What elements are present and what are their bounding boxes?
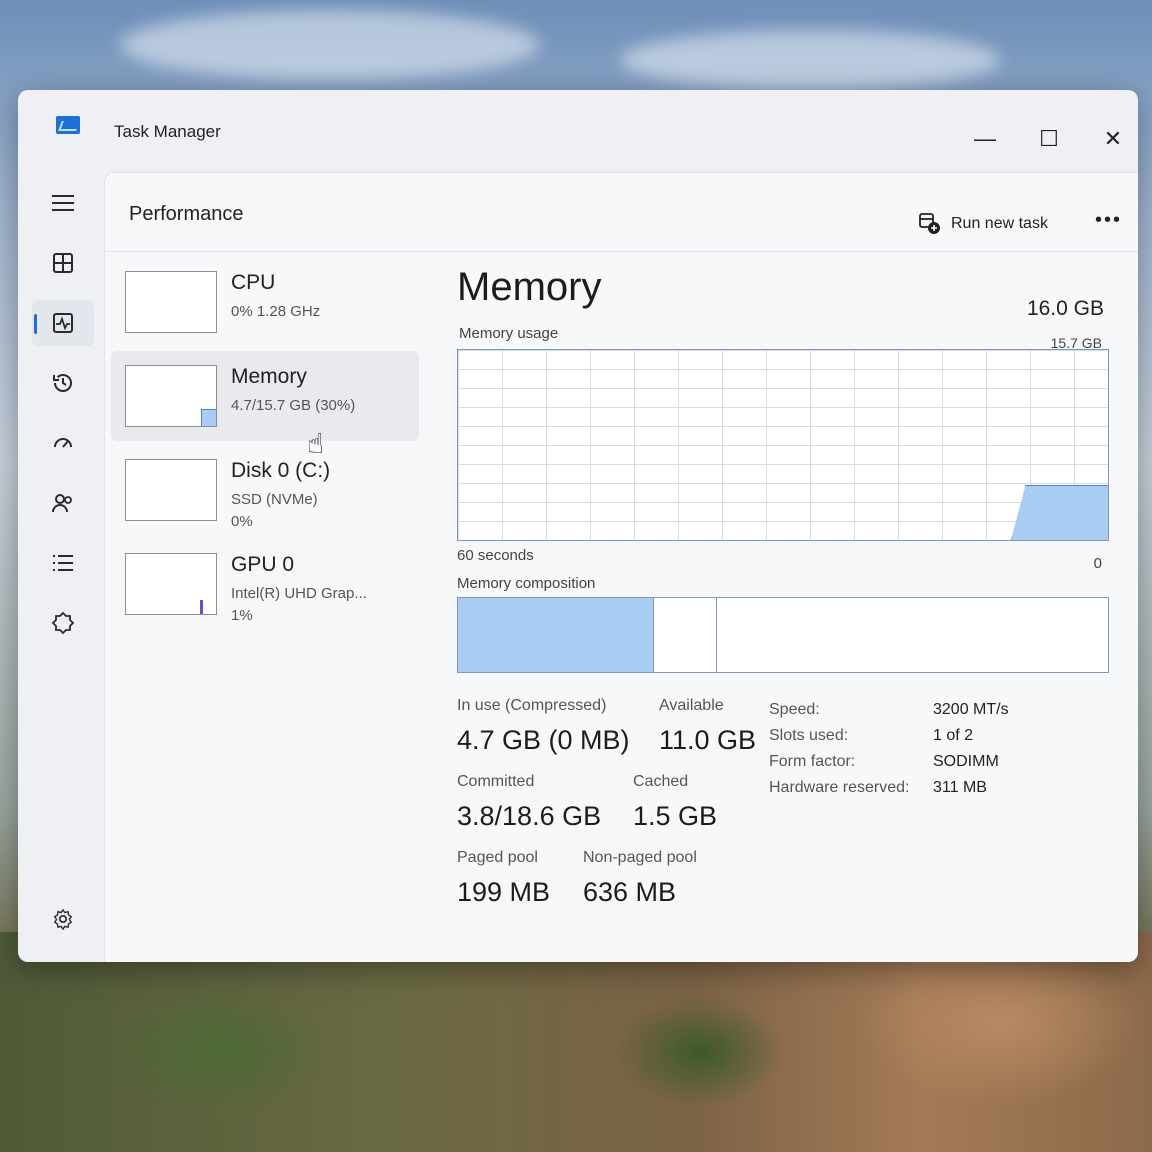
close-button[interactable]: ✕ <box>1098 124 1128 154</box>
spec-label: Form factor: <box>769 753 856 770</box>
nav-users[interactable] <box>32 480 94 526</box>
stat-committed: Committed 3.8/18.6 GB <box>457 773 601 832</box>
nav-startup-apps[interactable] <box>32 420 94 466</box>
nav-settings[interactable] <box>32 896 94 942</box>
maximize-button[interactable]: ☐ <box>1034 124 1064 154</box>
device-name: Disk 0 (C:) <box>231 459 331 482</box>
more-options-button[interactable]: ••• <box>1095 209 1122 232</box>
device-usage: 0% <box>231 513 253 530</box>
stat-label: Cached <box>633 773 689 790</box>
stat-label: Committed <box>457 773 535 790</box>
stat-value: 1.5 GB <box>633 801 718 831</box>
device-list: CPU 0% 1.28 GHz Memory 4.7/15.7 GB (30%)… <box>105 253 425 633</box>
device-item-gpu[interactable]: GPU 0 Intel(R) UHD Grap... 1% <box>111 539 419 629</box>
services-icon <box>51 611 75 635</box>
stat-label: Non-paged pool <box>583 849 697 866</box>
spec-value: SODIMM <box>933 753 999 770</box>
startup-apps-icon <box>54 438 72 448</box>
nav-services[interactable] <box>32 600 94 646</box>
performance-page: Performance Run new task ••• CPU 0% 1.28… <box>104 172 1138 962</box>
time-span-label: 60 seconds <box>457 547 534 564</box>
stat-available: Available 11.0 GB <box>659 697 756 756</box>
app-history-icon <box>53 374 72 392</box>
stat-value: 11.0 GB <box>659 725 757 755</box>
spec-label: Hardware reserved: <box>769 779 910 796</box>
cpu-thumbnail-graph <box>125 271 217 333</box>
task-manager-window: Task Manager — ☐ ✕ Performance Run new t… <box>18 90 1138 962</box>
stat-label: Available <box>659 697 724 714</box>
app-title: Task Manager <box>114 122 221 141</box>
settings-icon <box>53 908 73 930</box>
task-manager-app-icon <box>56 116 80 134</box>
device-subtext: 0% 1.28 GHz <box>231 303 321 320</box>
hamburger-menu-button[interactable] <box>32 180 94 226</box>
device-subtext: SSD (NVMe) 0% <box>231 489 318 533</box>
device-subtext: 4.7/15.7 GB (30%) <box>231 397 356 414</box>
details-icon <box>53 555 73 571</box>
device-item-disk[interactable]: Disk 0 (C:) SSD (NVMe) 0% <box>111 445 419 535</box>
memory-heading: Memory <box>457 265 602 309</box>
stat-label: In use (Compressed) <box>457 697 607 714</box>
stat-label: Paged pool <box>457 849 538 866</box>
device-name: Memory <box>231 365 307 388</box>
memory-composition-bar <box>457 597 1109 673</box>
stat-nonpaged-pool: Non-paged pool 636 MB <box>583 849 697 908</box>
processes-icon <box>53 253 73 273</box>
device-type: SSD (NVMe) <box>231 491 318 508</box>
spec-value: 3200 MT/s <box>933 701 1009 718</box>
composition-in-use <box>458 598 654 672</box>
page-title: Performance <box>129 203 244 225</box>
stat-value: 4.7 GB (0 MB) <box>457 725 630 755</box>
nav-details[interactable] <box>32 540 94 586</box>
run-task-icon <box>919 213 940 234</box>
gpu-thumbnail-graph <box>125 553 217 615</box>
device-usage: 1% <box>231 607 253 624</box>
hamburger-icon <box>52 195 74 211</box>
device-item-memory[interactable]: Memory 4.7/15.7 GB (30%) ☝ <box>111 351 419 459</box>
spec-label: Speed: <box>769 701 820 718</box>
memory-detail-panel: Memory 16.0 GB Memory usage 15.7 GB 60 s… <box>457 257 1110 962</box>
page-header: Performance Run new task ••• <box>105 173 1138 252</box>
composition-modified <box>654 598 717 672</box>
spec-value: 311 MB <box>933 779 987 796</box>
memory-usage-fill <box>1011 485 1108 540</box>
stat-cached: Cached 1.5 GB <box>633 773 717 832</box>
users-icon <box>52 494 72 513</box>
memory-usage-label: Memory usage <box>459 325 559 342</box>
memory-thumbnail-graph <box>125 365 217 427</box>
device-name: CPU <box>231 271 276 294</box>
spec-value: 1 of 2 <box>933 727 974 744</box>
title-bar[interactable]: Task Manager — ☐ ✕ <box>18 90 1138 178</box>
stat-in-use: In use (Compressed) 4.7 GB (0 MB) <box>457 697 630 756</box>
memory-total: 16.0 GB <box>1026 297 1104 320</box>
spec-label: Slots used: <box>769 727 849 744</box>
run-new-task-button[interactable]: Run new task <box>919 213 1048 235</box>
disk-thumbnail-graph <box>125 459 217 521</box>
stat-value: 199 MB <box>457 877 551 907</box>
device-model: Intel(R) UHD Grap... <box>231 585 367 602</box>
stat-value: 3.8/18.6 GB <box>457 801 602 831</box>
desktop-wallpaper <box>0 932 1152 1152</box>
run-new-task-label: Run new task <box>951 215 1048 232</box>
left-navigation <box>18 178 104 962</box>
memory-composition-label: Memory composition <box>457 575 596 592</box>
stat-value: 636 MB <box>583 877 677 907</box>
minimize-button[interactable]: — <box>970 124 1000 154</box>
device-name: GPU 0 <box>231 553 295 576</box>
axis-min-label: 0 <box>1093 555 1102 572</box>
composition-free <box>717 598 1108 672</box>
performance-icon <box>53 313 73 333</box>
device-item-cpu[interactable]: CPU 0% 1.28 GHz <box>111 257 419 347</box>
stat-paged-pool: Paged pool 199 MB <box>457 849 550 908</box>
nav-processes[interactable] <box>32 240 94 286</box>
memory-usage-graph <box>457 349 1109 541</box>
nav-performance[interactable] <box>32 300 94 346</box>
device-subtext: Intel(R) UHD Grap... 1% <box>231 583 367 627</box>
nav-app-history[interactable] <box>32 360 94 406</box>
